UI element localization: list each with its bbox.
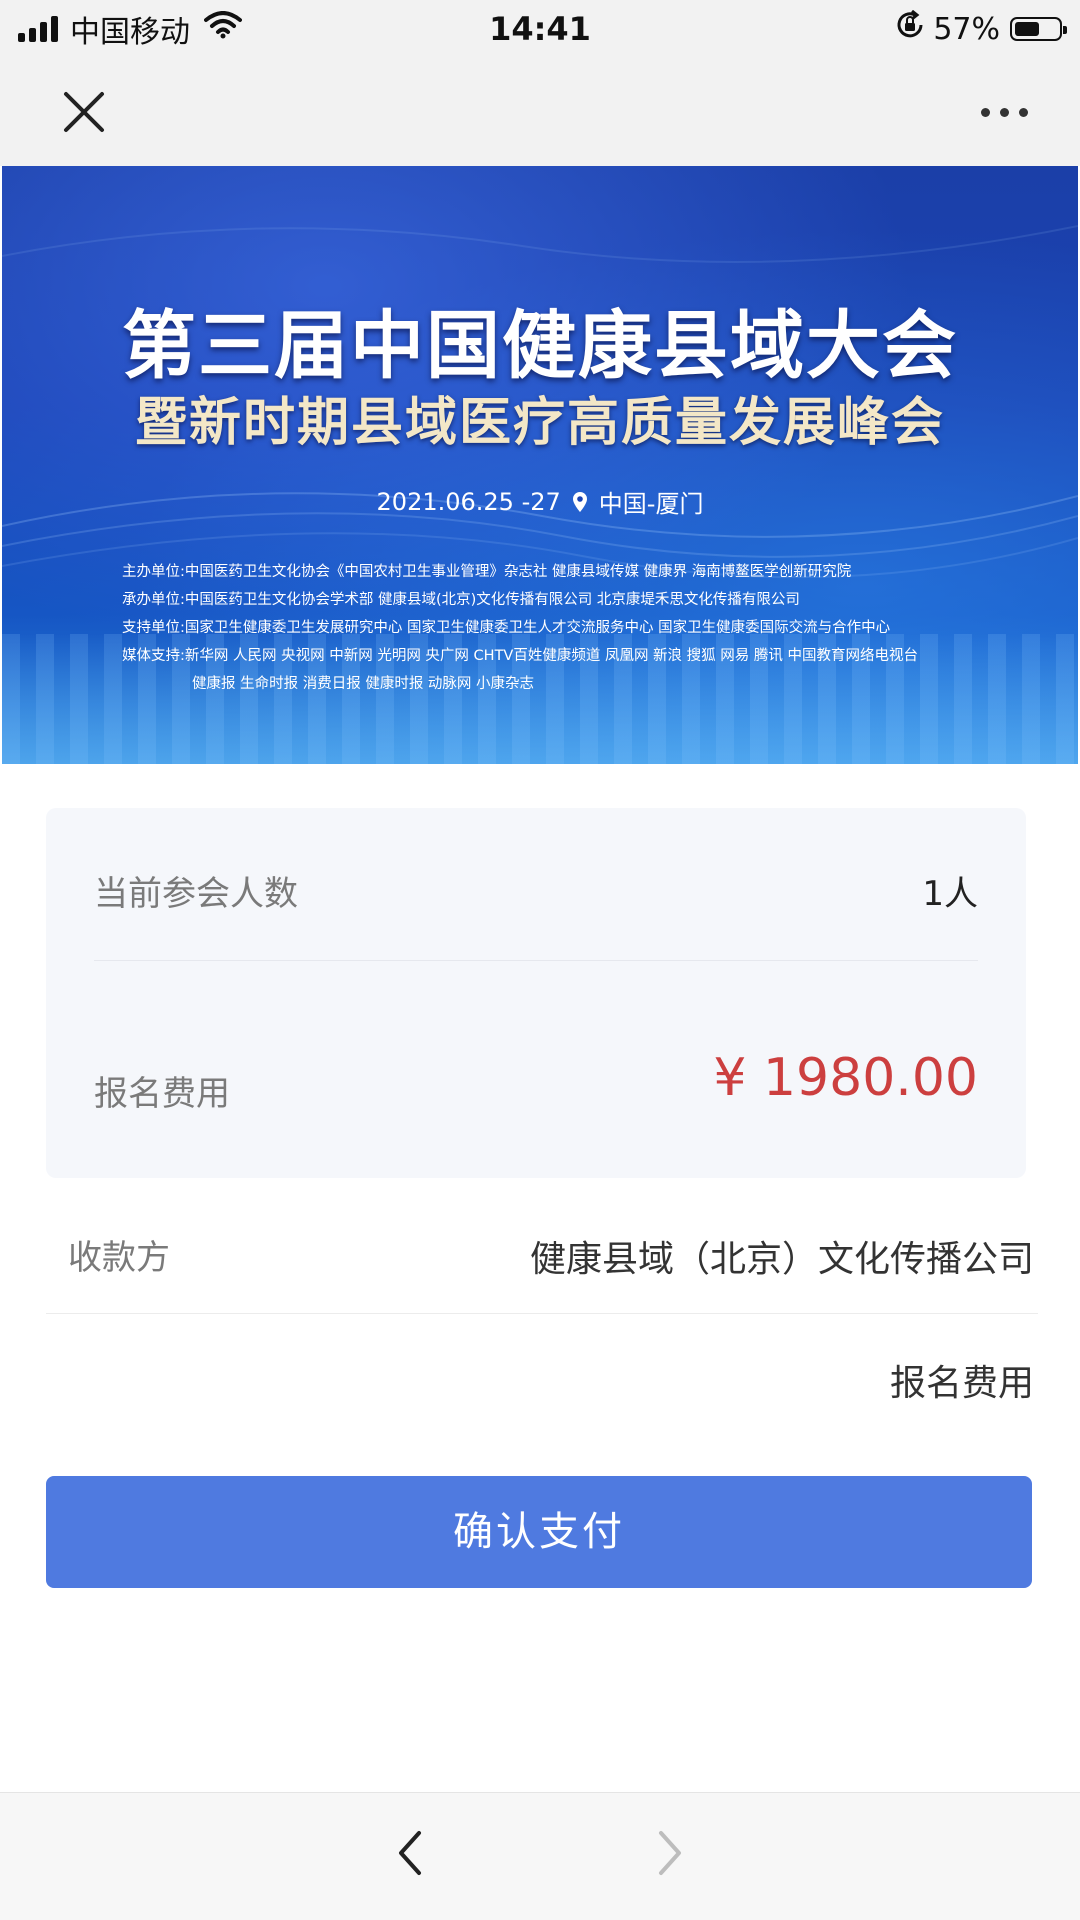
back-button[interactable] — [380, 1821, 440, 1885]
payee-value: 健康县域（北京）文化传播公司 — [529, 1239, 1034, 1280]
payee-label: 收款方 — [68, 1238, 170, 1278]
card-divider — [94, 960, 978, 961]
battery-percent: 57% — [933, 11, 1000, 47]
payment-description: 报名费用 — [889, 1363, 1034, 1404]
close-icon — [64, 92, 104, 132]
org-line-organizer: 承办单位:中国医药卫生文化协会学术部 健康县域(北京)文化传播有限公司 北京康堤… — [122, 592, 800, 608]
banner-subtitle: 暨新时期县域医疗高质量发展峰会 — [134, 393, 945, 453]
banner-location: 中国-厦门 — [598, 490, 704, 518]
fee-label: 报名费用 — [94, 1074, 230, 1114]
battery-cap — [1063, 26, 1067, 34]
banner-organizers: 主办单位:中国医药卫生文化协会《中国农村卫生事业管理》杂志社 健康县域传媒 健康… — [122, 558, 1042, 698]
attendees-label: 当前参会人数 — [94, 874, 298, 914]
org-line-host: 主办单位:中国医药卫生文化协会《中国农村卫生事业管理》杂志社 健康县域传媒 健康… — [122, 564, 852, 580]
status-right: 57% — [895, 8, 1067, 50]
more-icon — [980, 107, 990, 117]
orientation-lock-icon — [895, 9, 925, 48]
battery-fill — [1015, 22, 1039, 36]
banner-date-location: 2021.06.25 -27 中国-厦门 — [2, 484, 1078, 519]
payment-page: 中国移动 14:41 57% 第三届中国健康县域大会 暨新时期县域医疗高质量发展… — [0, 0, 1080, 1920]
banner-title: 第三届中国健康县域大会 — [122, 303, 958, 389]
order-info-card: 当前参会人数 1人 报名费用 ¥ 1980.00 — [46, 808, 1026, 1178]
org-line-support: 支持单位:国家卫生健康委卫生发展研究中心 国家卫生健康委卫生人才交流服务中心 国… — [122, 620, 891, 636]
attendees-value: 1人 — [922, 874, 978, 914]
org-line-media-cont: 健康报 生命时报 消费日报 健康时报 动脉网 小康杂志 — [192, 676, 535, 692]
battery-icon — [1010, 17, 1067, 41]
status-bar: 中国移动 14:41 57% — [0, 0, 1080, 58]
org-line-media: 媒体支持:新华网 人民网 央视网 中新网 光明网 央广网 CHTV百姓健康频道 … — [122, 648, 918, 664]
conference-banner: 第三届中国健康县域大会 暨新时期县域医疗高质量发展峰会 2021.06.25 -… — [2, 166, 1078, 764]
fee-amount: ¥ 1980.00 — [713, 1048, 978, 1108]
more-button[interactable] — [968, 80, 1040, 144]
location-pin-icon — [572, 491, 587, 512]
forward-button — [640, 1821, 700, 1885]
close-button[interactable] — [52, 80, 116, 144]
banner-date: 2021.06.25 -27 — [376, 487, 561, 516]
confirm-pay-button[interactable]: 确认支付 — [46, 1476, 1032, 1588]
forward-icon — [659, 1831, 681, 1875]
divider — [46, 1313, 1038, 1314]
bottom-nav-bar — [0, 1792, 1080, 1920]
back-icon — [399, 1831, 421, 1875]
nav-bar — [0, 58, 1080, 166]
